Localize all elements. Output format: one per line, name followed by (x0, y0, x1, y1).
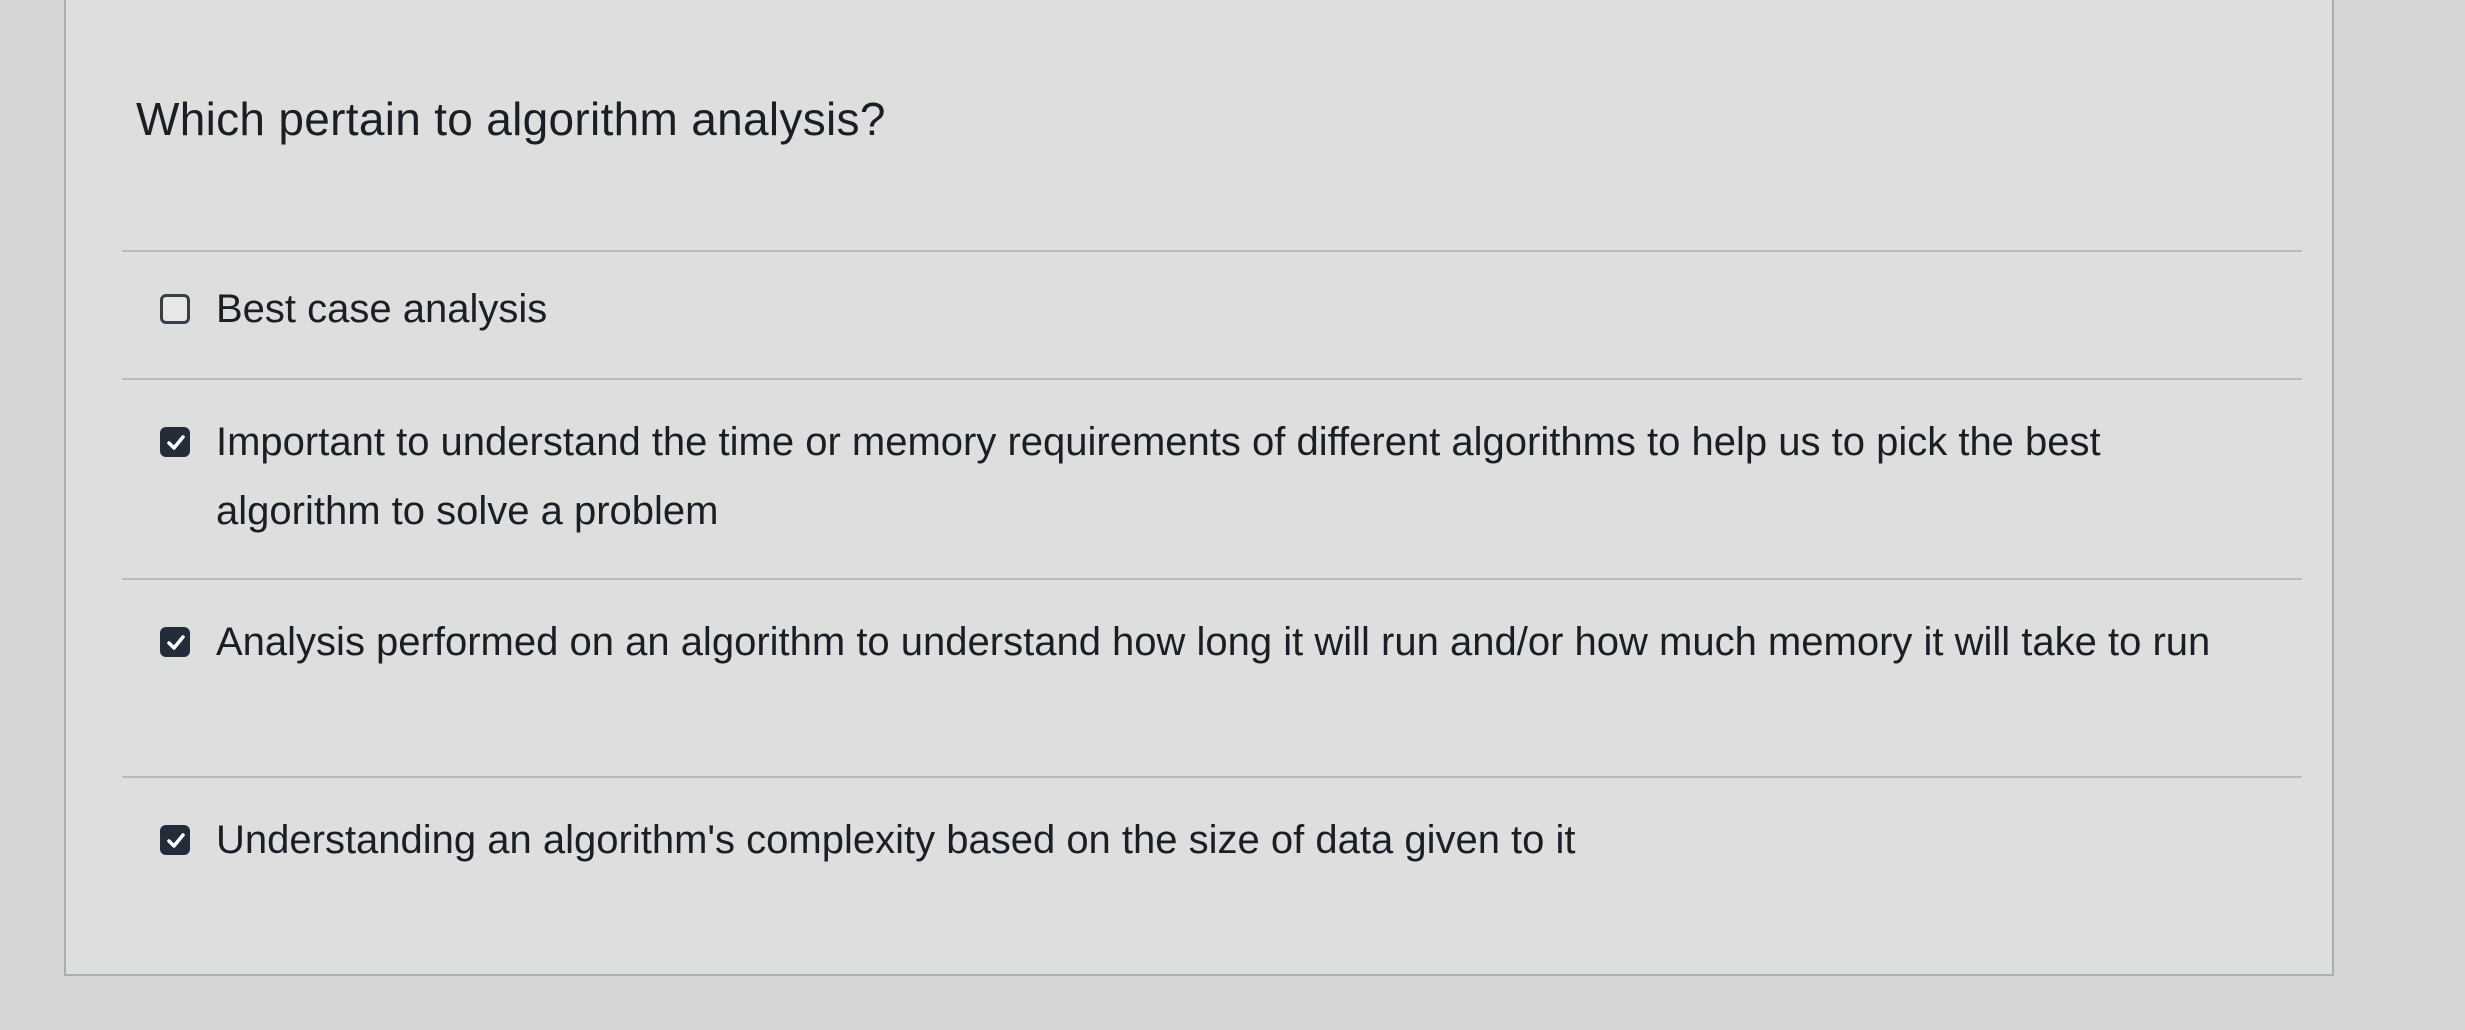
answer-option-analysis-performed[interactable]: Analysis performed on an algorithm to un… (122, 578, 2302, 776)
checkbox-checked-icon[interactable] (160, 427, 190, 457)
question-prompt: Which pertain to algorithm analysis? (136, 93, 886, 145)
checkbox-unchecked-icon[interactable] (160, 294, 190, 324)
answer-label: Analysis performed on an algorithm to un… (216, 620, 2211, 664)
question-card: Which pertain to algorithm analysis? Bes… (64, 0, 2334, 976)
answer-option-important-to-understand[interactable]: Important to understand the time or memo… (122, 378, 2302, 578)
checkmark-icon (167, 435, 185, 450)
answer-label: Important to understand the time or memo… (216, 420, 2101, 533)
answer-label: Understanding an algorithm's complexity … (216, 818, 1576, 862)
checkbox-checked-icon[interactable] (160, 627, 190, 657)
answer-label: Best case analysis (216, 287, 548, 331)
checkbox-checked-icon[interactable] (160, 825, 190, 855)
answer-option-understanding-complexity[interactable]: Understanding an algorithm's complexity … (122, 776, 2302, 926)
checkmark-icon (167, 833, 185, 848)
checkmark-icon (167, 635, 185, 650)
answer-list: Best case analysis Important to understa… (122, 250, 2302, 926)
answer-option-best-case[interactable]: Best case analysis (122, 250, 2302, 378)
